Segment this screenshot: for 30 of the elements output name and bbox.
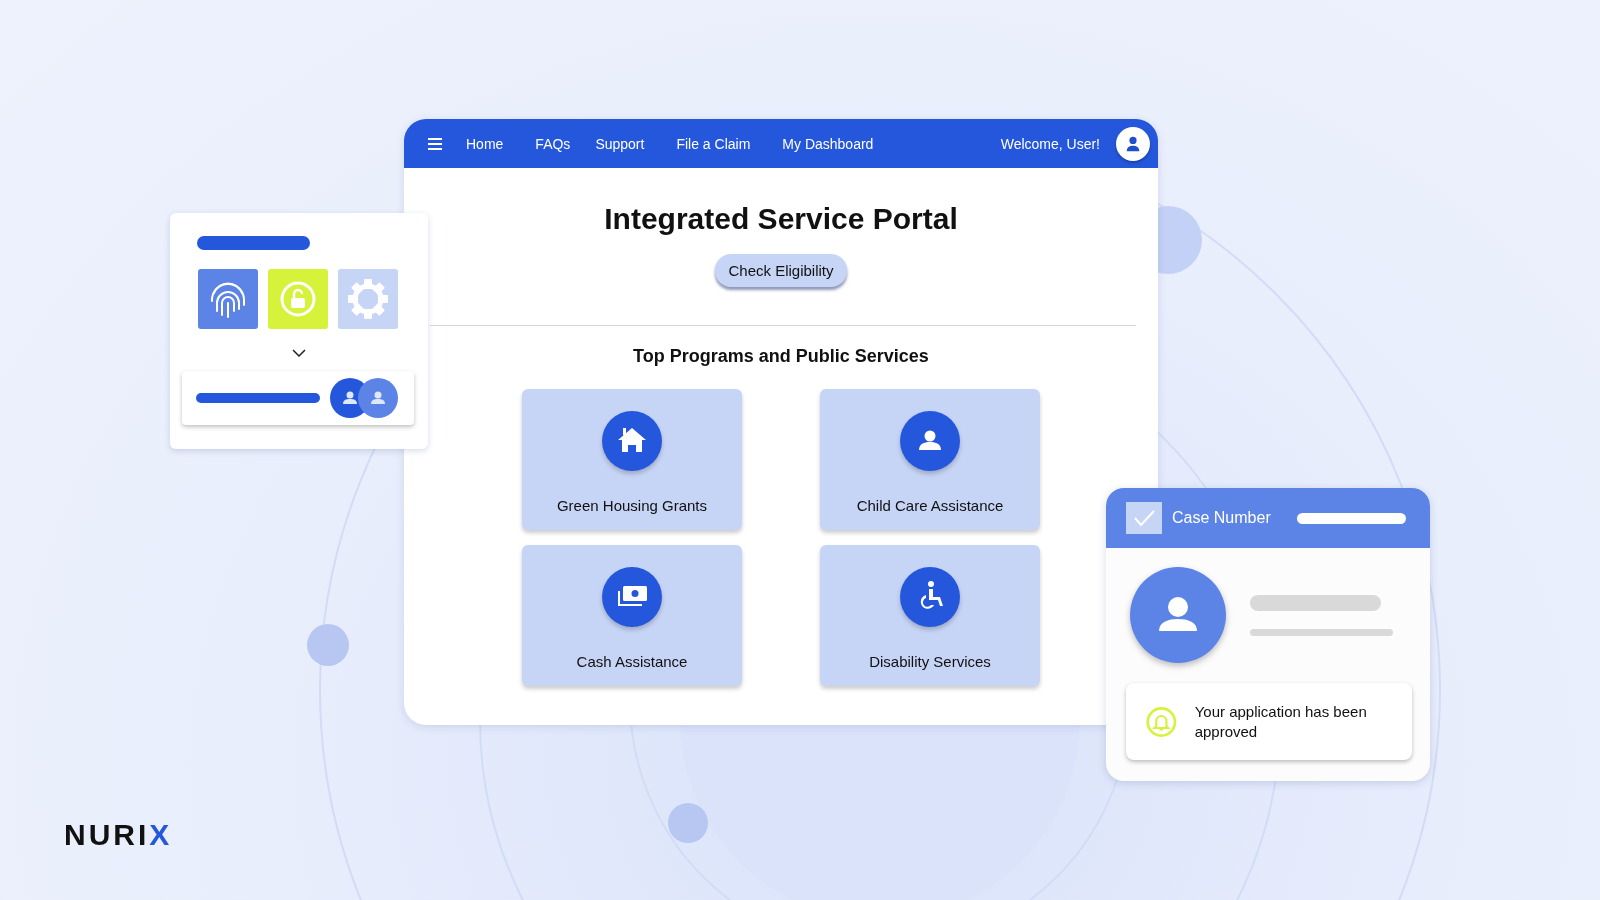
program-card[interactable]: Disability Services — [820, 545, 1040, 686]
user-avatars-icon — [330, 378, 400, 418]
cash-icon — [602, 567, 662, 627]
user-icon — [1124, 134, 1142, 153]
user-avatar-button[interactable] — [1116, 126, 1150, 161]
notification-text: Your application has been approved — [1194, 701, 1368, 742]
wheelchair-icon — [900, 567, 960, 627]
nav-link[interactable]: FAQs — [535, 135, 571, 152]
logo: NURIX — [64, 818, 173, 852]
fingerprint-icon[interactable] — [198, 269, 258, 329]
checkbox[interactable] — [1126, 502, 1162, 534]
nav-link[interactable]: File a Claim — [676, 135, 751, 152]
program-card[interactable]: Green Housing Grants — [522, 389, 742, 530]
menu-icon[interactable] — [428, 137, 442, 150]
portal-title: Integrated Service Portal — [604, 202, 958, 236]
background-dot — [307, 624, 349, 666]
user-avatar-icon — [1130, 567, 1226, 663]
nav-link[interactable]: Home — [466, 135, 504, 152]
welcome-text: Welcome, User! — [1000, 135, 1100, 152]
background-dot — [668, 803, 708, 843]
house-icon — [602, 411, 662, 471]
program-card[interactable]: Child Care Assistance — [820, 389, 1040, 530]
case-number-label: Case Number — [1172, 509, 1271, 527]
person-icon — [900, 411, 960, 471]
section-title: Top Programs and Public Services — [632, 346, 930, 367]
chevron-down-icon[interactable] — [292, 349, 306, 357]
nav-link[interactable]: My Dashboard — [782, 135, 874, 152]
nav-link[interactable]: Support — [595, 135, 645, 152]
check-eligibility-button[interactable]: Check Eligibility — [715, 254, 847, 287]
program-card[interactable]: Cash Assistance — [522, 545, 742, 686]
